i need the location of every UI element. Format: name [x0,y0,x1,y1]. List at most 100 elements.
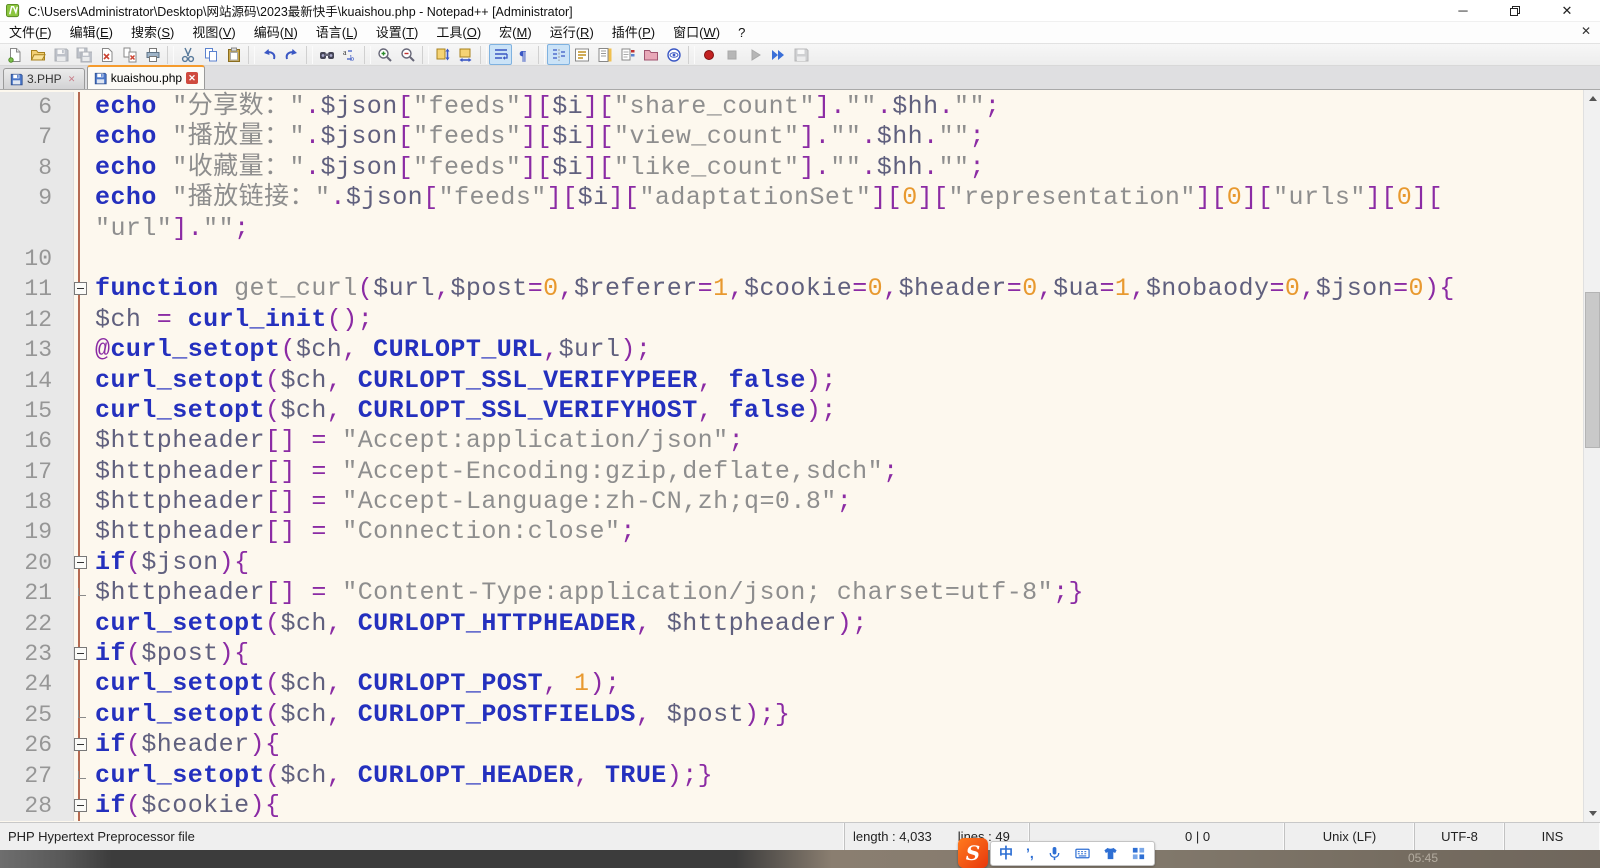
fold-margin[interactable] [74,578,92,609]
line-number[interactable]: 22 [0,608,74,640]
scroll-down-button[interactable] [1584,805,1600,822]
code-text[interactable]: echo "分享数：".$json["feeds"][$i]["share_co… [92,92,1000,122]
macro-run-multiple-button[interactable] [766,44,789,65]
document-map-button[interactable] [593,44,616,65]
fold-margin[interactable] [74,487,92,518]
code-text[interactable]: curl_setopt($ch, CURLOPT_SSL_VERIFYPEER,… [92,366,837,396]
line-number[interactable]: 15 [0,395,74,427]
fold-margin[interactable] [74,547,92,579]
sogou-logo-icon[interactable]: S [958,838,988,868]
fold-margin[interactable] [74,213,92,244]
line-number[interactable]: 26 [0,730,74,761]
menu-item[interactable]: 编辑(E) [61,22,122,43]
line-number[interactable]: 19 [0,517,74,548]
zoom-in-button[interactable] [373,44,396,65]
code-text[interactable]: curl_setopt($ch, CURLOPT_POSTFIELDS, $po… [92,700,790,730]
line-number[interactable]: 21 [0,578,74,609]
fold-collapse-icon[interactable] [74,647,87,661]
line-number[interactable]: 20 [0,547,74,579]
line-number[interactable]: 10 [0,243,74,275]
chinese-mode-icon[interactable]: 中 [999,846,1013,860]
print-button[interactable] [141,44,164,65]
document-list-button[interactable] [616,44,639,65]
menu-item[interactable]: 语言(L) [307,22,367,43]
fold-margin[interactable] [74,274,92,305]
line-number[interactable]: 13 [0,335,74,366]
file-monitoring-button[interactable] [662,44,685,65]
sync-vertical-scrolling-button[interactable] [431,44,454,65]
fold-margin[interactable] [74,790,92,822]
new-file-button[interactable] [3,44,26,65]
open-file-button[interactable] [26,44,49,65]
fold-margin[interactable] [74,517,92,548]
redo-button[interactable] [280,44,303,65]
tab-kuaishou-php[interactable]: kuaishou.php ✕ [86,65,206,89]
replace-button[interactable]: ab [338,44,361,65]
code-text[interactable]: curl_setopt($ch, CURLOPT_POST, 1); [92,669,620,699]
status-insert-mode[interactable]: INS [1505,823,1600,850]
code-text[interactable]: echo "收藏量：".$json["feeds"][$i]["like_cou… [92,153,985,183]
menu-item[interactable]: 搜索(S) [122,22,183,43]
line-number[interactable]: 17 [0,456,74,488]
menu-item[interactable]: 工具(O) [427,22,490,43]
paste-button[interactable] [222,44,245,65]
copy-button[interactable] [199,44,222,65]
fold-margin[interactable] [74,152,92,184]
voice-input-icon[interactable] [1047,846,1062,861]
fold-collapse-icon[interactable] [74,555,87,569]
menu-item[interactable]: 宏(M) [490,22,541,43]
zoom-out-button[interactable] [396,44,419,65]
macro-record-button[interactable] [697,44,720,65]
line-number[interactable]: 23 [0,639,74,670]
code-text[interactable]: curl_setopt($ch, CURLOPT_SSL_VERIFYHOST,… [92,396,837,426]
fold-margin[interactable] [74,243,92,275]
punctuation-mode-icon[interactable]: ’, [1026,846,1034,860]
skin-icon[interactable] [1103,846,1118,861]
menu-item[interactable]: 文件(F) [0,22,61,43]
line-number[interactable]: 6 [0,92,74,123]
tab-close-icon[interactable]: ✕ [186,72,199,84]
line-number[interactable]: 12 [0,304,74,336]
soft-keyboard-icon[interactable] [1075,846,1090,861]
line-number[interactable]: 14 [0,365,74,396]
code-text[interactable]: function get_curl($url,$post=0,$referer=… [92,274,1455,304]
scrollbar-thumb[interactable] [1585,292,1600,448]
code-text[interactable]: if($post){ [92,639,250,669]
fold-margin[interactable] [74,456,92,488]
code-text[interactable]: $httpheader[] = "Accept:application/json… [92,426,744,456]
fold-margin[interactable] [74,760,92,791]
code-text[interactable]: echo "播放量：".$json["feeds"][$i]["view_cou… [92,122,985,152]
sync-horizontal-scrolling-button[interactable] [454,44,477,65]
menu-item[interactable]: 编码(N) [245,22,307,43]
code-text[interactable]: echo "播放链接：".$json["feeds"][$i]["adaptat… [92,183,1443,213]
undo-button[interactable] [257,44,280,65]
find-button[interactable] [315,44,338,65]
menu-item[interactable]: 插件(P) [603,22,664,43]
fold-margin[interactable] [74,335,92,366]
indent-guide-button[interactable] [547,44,570,65]
vertical-scrollbar[interactable] [1583,90,1600,822]
code-text[interactable]: $httpheader[] = "Connection:close"; [92,517,636,547]
fold-margin[interactable] [74,92,92,123]
fold-margin[interactable] [74,639,92,670]
document-close-icon[interactable]: ✕ [1578,24,1594,38]
code-text[interactable]: $httpheader[] = "Content-Type:applicatio… [92,578,1084,608]
line-number[interactable] [0,213,74,244]
scroll-up-button[interactable] [1584,90,1600,107]
code-text[interactable]: $httpheader[] = "Accept-Language:zh-CN,z… [92,487,852,517]
fold-margin[interactable] [74,608,92,640]
close-button[interactable] [95,44,118,65]
menu-item[interactable]: 运行(R) [541,22,603,43]
line-number[interactable]: 7 [0,122,74,153]
fold-margin[interactable] [74,426,92,457]
fold-margin[interactable] [74,730,92,761]
code-text[interactable]: $httpheader[] = "Accept-Encoding:gzip,de… [92,457,899,487]
line-number[interactable]: 18 [0,487,74,518]
code-text[interactable]: $ch = curl_init(); [92,305,373,335]
menu-item[interactable]: 视图(V) [183,22,244,43]
close-button[interactable]: ✕ [1556,3,1578,19]
line-number[interactable]: 28 [0,790,74,822]
code-text[interactable]: if($cookie){ [92,791,280,821]
line-number[interactable]: 25 [0,699,74,731]
fold-margin[interactable] [74,304,92,336]
